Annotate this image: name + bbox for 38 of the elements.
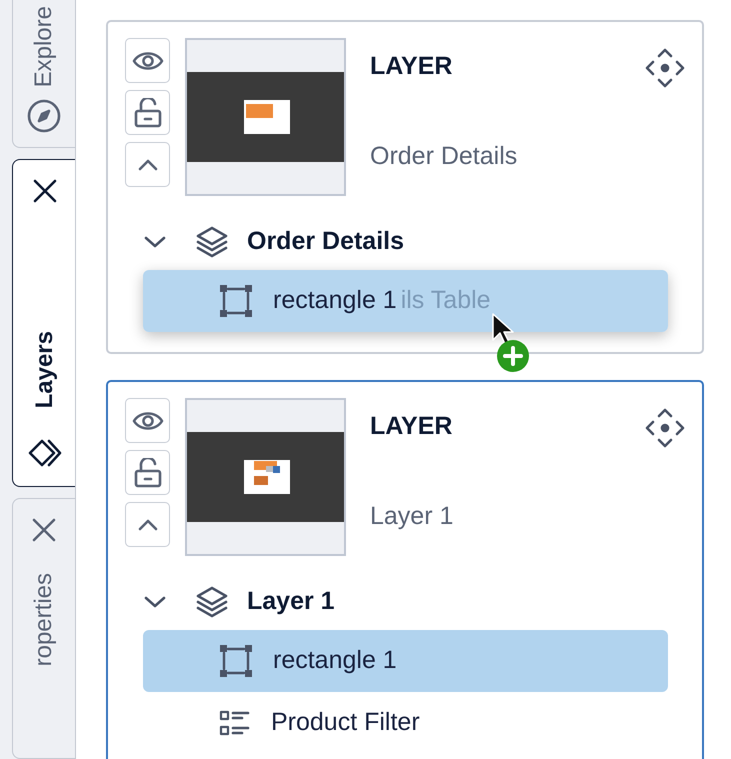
rectangle-icon	[219, 284, 253, 318]
move-icon[interactable]	[645, 48, 685, 88]
layer-heading: LAYER	[370, 411, 454, 442]
layers-icon	[195, 225, 229, 259]
layer-name: Layer 1	[370, 500, 454, 532]
layer-item[interactable]: rectangle 1	[143, 630, 668, 692]
layer-item[interactable]: Product Filter	[143, 692, 668, 754]
unlocked-icon	[134, 98, 162, 128]
compass-icon	[27, 99, 61, 133]
unlocked-icon	[134, 458, 162, 488]
layer-name: Order Details	[370, 140, 518, 172]
filter-list-icon	[219, 709, 251, 737]
close-icon[interactable]	[32, 178, 58, 204]
side-tab[interactable]: Explore	[12, 0, 75, 148]
move-icon[interactable]	[645, 408, 685, 448]
layer-card[interactable]: LAYER Order Details Order Details rectangle 1 ils Table	[106, 20, 704, 354]
add-icon	[496, 339, 530, 373]
chevron-up-icon[interactable]	[136, 518, 158, 532]
chevron-down-icon[interactable]	[143, 235, 167, 249]
lock-button[interactable]	[125, 450, 170, 495]
layer-group-label[interactable]: Order Details	[247, 223, 404, 261]
side-tab[interactable]: roperties	[12, 498, 75, 759]
eye-icon	[132, 50, 164, 72]
side-tab[interactable]: Layers	[12, 159, 76, 487]
layers-icon	[28, 438, 62, 468]
layer-group-label[interactable]: Layer 1	[247, 583, 335, 621]
layer-card[interactable]: LAYER Layer 1 Layer 1 rectangle 1 Product Filter	[106, 380, 704, 759]
layer-heading: LAYER	[370, 51, 454, 82]
eye-icon	[132, 410, 164, 432]
visibility-button[interactable]	[125, 398, 170, 443]
layers-icon	[195, 585, 229, 619]
chevron-down-icon[interactable]	[143, 595, 167, 609]
lock-button[interactable]	[125, 90, 170, 135]
chevron-up-icon[interactable]	[136, 158, 158, 172]
move-up-button[interactable]	[125, 502, 170, 547]
visibility-button[interactable]	[125, 38, 170, 83]
move-up-button[interactable]	[125, 142, 170, 187]
rectangle-icon	[219, 644, 253, 678]
